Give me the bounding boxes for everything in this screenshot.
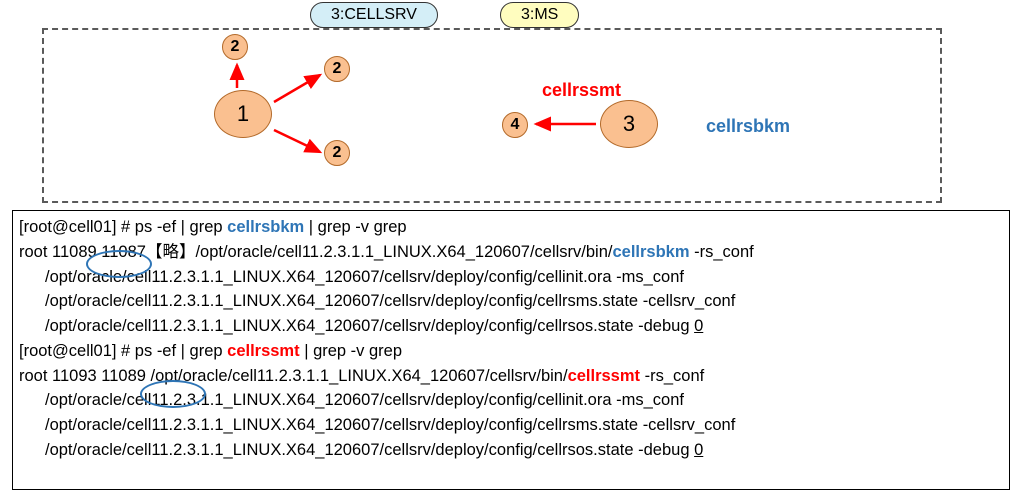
ps-row-1-cont-1: /opt/oracle/cell11.2.3.1.1_LINUX.X64_120… — [19, 265, 1003, 290]
node-2a: 2 — [222, 34, 248, 60]
ppid-11089: 11089 — [101, 367, 146, 385]
bin-cellrssmt: cellrssmt — [568, 367, 640, 385]
label-cellrsbkm: cellrsbkm — [706, 116, 790, 137]
terminal-output: [root@cell01] # ps -ef | grep cellrsbkm … — [12, 210, 1010, 490]
bin-cellrsbkm: cellrsbkm — [612, 243, 689, 261]
node-4: 4 — [502, 112, 528, 138]
node-1: 1 — [214, 90, 272, 138]
ps-row-1-cont-3: /opt/oracle/cell11.2.3.1.1_LINUX.X64_120… — [19, 314, 1003, 339]
ps-row-2-cont-3: /opt/oracle/cell11.2.3.1.1_LINUX.X64_120… — [19, 438, 1003, 463]
node-3: 3 — [600, 100, 658, 148]
node-2b: 2 — [324, 56, 350, 82]
pid-11089: 11089 — [52, 243, 97, 261]
label-ms: 3:MS — [500, 2, 579, 28]
label-cellrssmt: cellrssmt — [542, 80, 621, 101]
ps-row-2-cont-1: /opt/oracle/cell11.2.3.1.1_LINUX.X64_120… — [19, 388, 1003, 413]
node-2c: 2 — [324, 140, 350, 166]
ps-row-2-cont-2: /opt/oracle/cell11.2.3.1.1_LINUX.X64_120… — [19, 413, 1003, 438]
grep-term-cellrsbkm: cellrsbkm — [227, 218, 304, 236]
label-cellsrv: 3:CELLSRV — [310, 2, 438, 28]
prompt-line-1: [root@cell01] # ps -ef | grep cellrsbkm … — [19, 215, 1003, 240]
ps-row-1-cont-2: /opt/oracle/cell11.2.3.1.1_LINUX.X64_120… — [19, 289, 1003, 314]
ps-row-1: root 11089 11087【略】/opt/oracle/cell11.2.… — [19, 240, 1003, 265]
grep-term-cellrssmt: cellrssmt — [227, 342, 299, 360]
arrow-layer — [44, 30, 940, 201]
ps-row-2: root 11093 11089 /opt/oracle/cell11.2.3.… — [19, 364, 1003, 389]
process-group-box: 1 3 2 2 2 4 cellrssmt cellrsbkm — [42, 28, 942, 203]
prompt-line-2: [root@cell01] # ps -ef | grep cellrssmt … — [19, 339, 1003, 364]
